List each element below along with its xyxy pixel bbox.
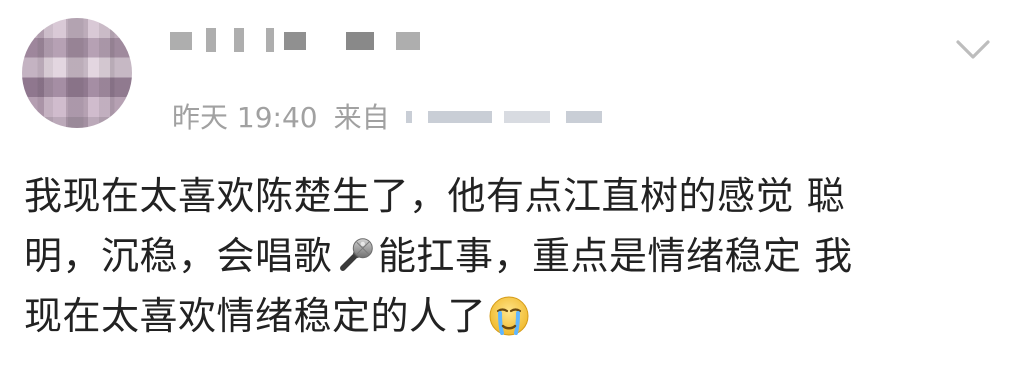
post-text-line: 我现在太喜欢陈楚生了，他有点江直树的感觉 聪 [24,166,1009,226]
chevron-down-icon[interactable] [955,38,991,62]
post-text-segment: 明，沉稳，会唱歌 [24,234,333,278]
microphone-icon [340,238,373,271]
post-meta: 昨天 19:40 来自 [172,99,616,134]
post-text-segment: 能扛事，重点是情绪稳定 我 [378,234,853,278]
post-text-segment: 现在太喜欢情绪稳定的人了 [24,294,487,338]
post-text-segment: 我现在太喜欢陈楚生了，他有点江直树的感觉 聪 [24,174,846,218]
username-blurred[interactable] [170,26,440,56]
post-source-label: 来自 [333,101,390,134]
post-source-blurred[interactable] [405,109,616,127]
post-text: 我现在太喜欢陈楚生了，他有点江直树的感觉 聪 明，沉稳，会唱歌 能扛事，重点是情… [24,166,1009,346]
post-text-line: 现在太喜欢情绪稳定的人了 [24,286,1009,346]
post-text-line: 明，沉稳，会唱歌 能扛事，重点是情绪稳定 我 [24,226,1009,286]
post-time: 昨天 19:40 [172,101,318,134]
crying-face-icon [489,296,529,336]
avatar[interactable] [22,18,132,128]
weibo-post-card: 昨天 19:40 来自 我现在太喜欢陈楚生了，他有点江直树的感觉 聪 明，沉稳，… [0,0,1024,366]
